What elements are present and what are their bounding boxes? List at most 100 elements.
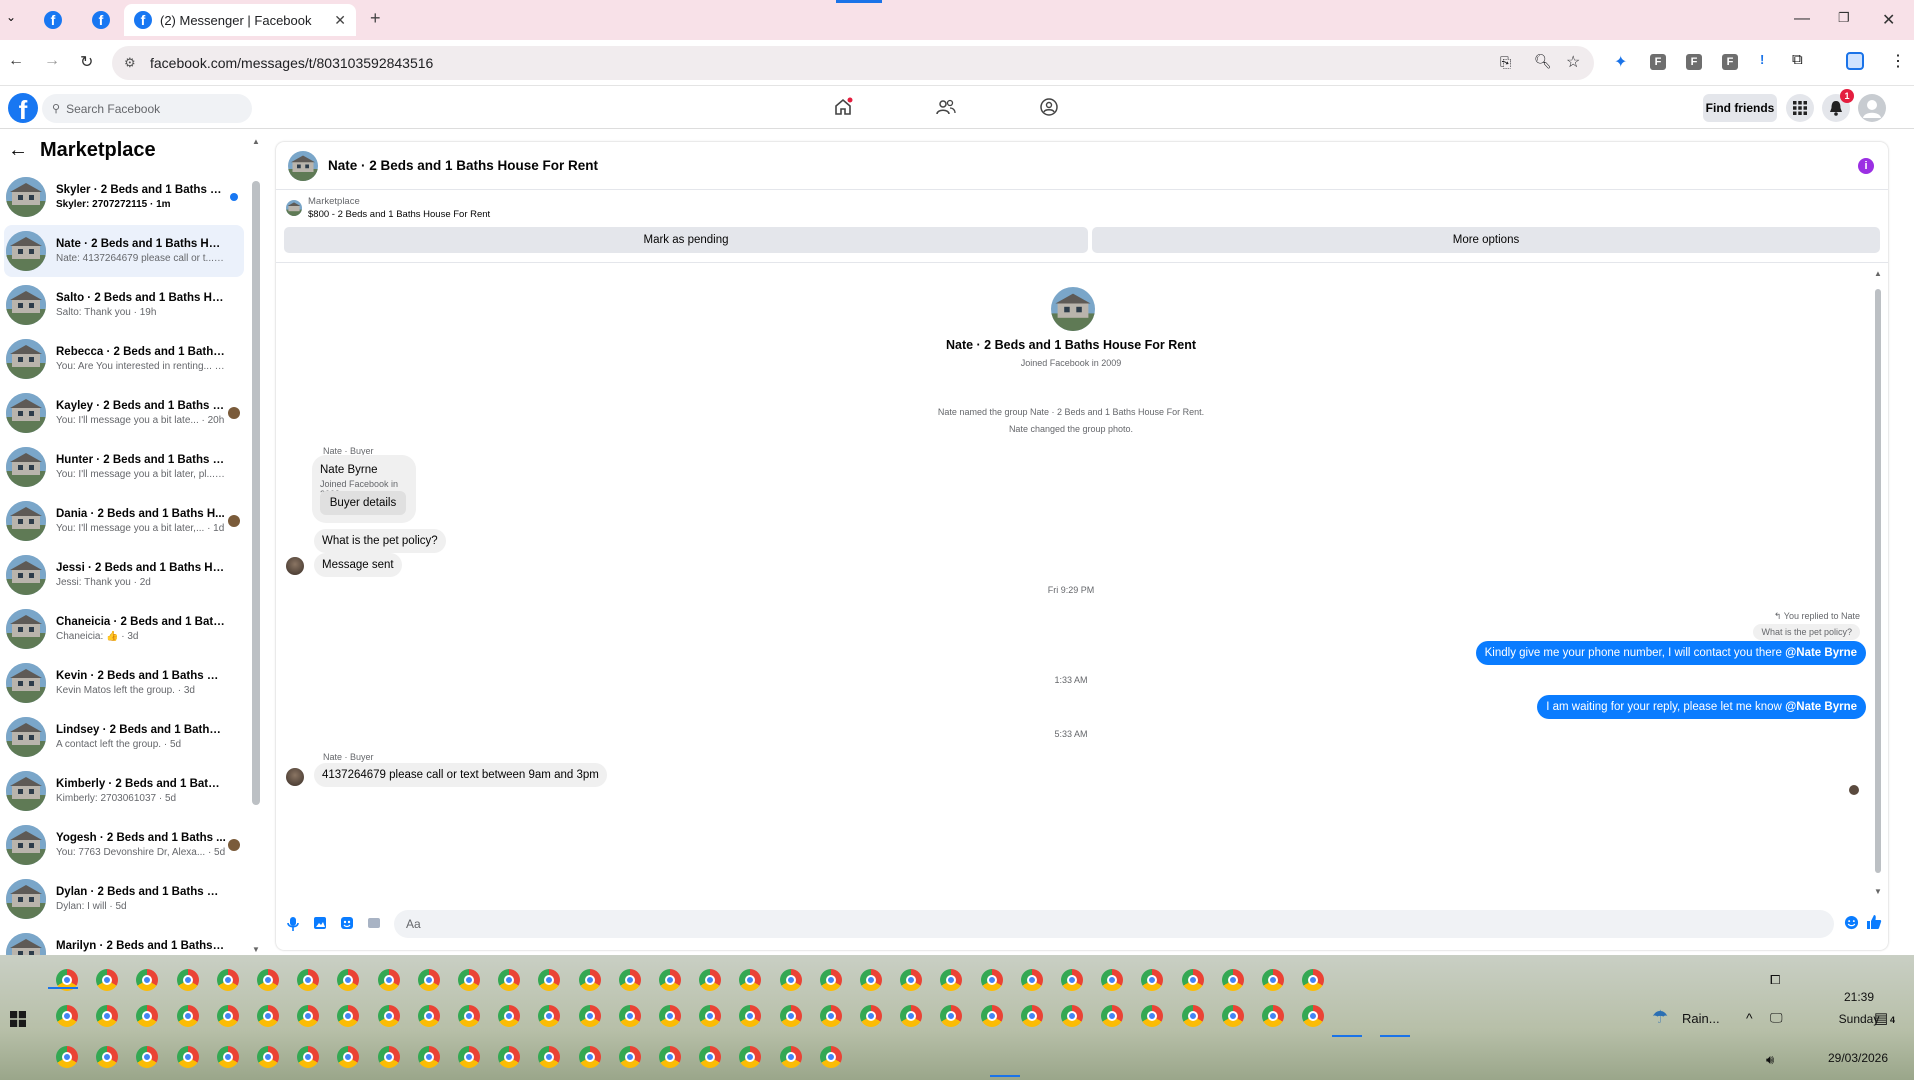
- facebook-search-input[interactable]: ⚲ Search Facebook: [42, 94, 252, 123]
- chrome-taskbar-icon[interactable]: [980, 969, 1003, 991]
- extensions-menu-icon[interactable]: ⧉: [1792, 51, 1803, 68]
- close-window-icon[interactable]: ✕: [1882, 10, 1895, 30]
- chrome-taskbar-icon[interactable]: [377, 1005, 400, 1027]
- chrome-taskbar-icon[interactable]: [337, 969, 360, 991]
- chrome-taskbar-icon[interactable]: [940, 1005, 963, 1027]
- conversation-item[interactable]: Chaneicia · 2 Beds and 1 Baths ... Chanei…: [4, 603, 244, 655]
- sticker-icon[interactable]: [340, 916, 354, 930]
- buyer-details-button[interactable]: Buyer details: [320, 491, 406, 515]
- clock-time[interactable]: 21:39: [1832, 990, 1886, 1004]
- incoming-message[interactable]: 4137264679 please call or text between 9…: [314, 763, 607, 787]
- chrome-taskbar-icon[interactable]: [900, 1005, 923, 1027]
- incoming-message[interactable]: Message sent: [314, 553, 402, 577]
- conversation-item[interactable]: Dylan · 2 Beds and 1 Baths Hou... Dylan: …: [4, 873, 244, 925]
- clock-date[interactable]: 29/03/2026: [1822, 1051, 1894, 1065]
- chrome-taskbar-icon[interactable]: [739, 1046, 762, 1068]
- chrome-taskbar-icon[interactable]: [819, 969, 842, 991]
- windows-start-icon[interactable]: [10, 1011, 26, 1027]
- conversation-item[interactable]: Kevin · 2 Beds and 1 Baths Hous... Kevin …: [4, 657, 244, 709]
- tab-facebook-1[interactable]: f: [32, 4, 74, 36]
- mention[interactable]: @Nate Byrne: [1785, 701, 1857, 713]
- account-avatar[interactable]: [1858, 94, 1886, 122]
- chrome-taskbar-icon[interactable]: [1141, 969, 1164, 991]
- chat-scrollbar[interactable]: [1875, 289, 1881, 873]
- mention[interactable]: @Nate Byrne: [1785, 647, 1857, 659]
- conversation-item[interactable]: Salto · 2 Beds and 1 Baths Hous... Salto:…: [4, 279, 244, 331]
- chrome-taskbar-icon[interactable]: [1020, 1005, 1043, 1027]
- chrome-taskbar-icon[interactable]: [498, 1005, 521, 1027]
- chrome-taskbar-icon[interactable]: [1141, 1005, 1164, 1027]
- extensions-puzzle-icon[interactable]: ✦: [1614, 52, 1627, 72]
- chrome-taskbar-icon[interactable]: [819, 1046, 842, 1068]
- chrome-taskbar-icon[interactable]: [216, 1046, 239, 1068]
- microphone-icon[interactable]: [286, 916, 300, 932]
- chrome-taskbar-icon[interactable]: [578, 1005, 601, 1027]
- chrome-taskbar-icon[interactable]: [176, 1046, 199, 1068]
- menu-grid-icon[interactable]: [1786, 94, 1814, 122]
- weather-icon[interactable]: ☂: [1652, 1007, 1668, 1028]
- chrome-taskbar-icon[interactable]: [136, 1005, 159, 1027]
- chrome-taskbar-icon[interactable]: [96, 1046, 119, 1068]
- chrome-taskbar-icon[interactable]: [1061, 1005, 1083, 1027]
- chrome-taskbar-icon[interactable]: [1302, 1005, 1325, 1027]
- conversation-item[interactable]: Skyler · 2 Beds and 1 Baths Ho... Skyler:…: [4, 171, 244, 223]
- volume-icon[interactable]: 🔊︎: [1766, 1052, 1774, 1068]
- conversation-item[interactable]: Yogesh · 2 Beds and 1 Baths ... You: 7763…: [4, 819, 244, 871]
- chrome-taskbar-icon[interactable]: [1181, 1005, 1204, 1027]
- chrome-taskbar-icon[interactable]: [618, 1046, 641, 1068]
- chrome-taskbar-icon[interactable]: [297, 1046, 320, 1068]
- chrome-taskbar-icon[interactable]: [538, 1005, 561, 1027]
- back-arrow-icon[interactable]: ←: [8, 139, 28, 162]
- chrome-taskbar-icon[interactable]: [779, 1046, 802, 1068]
- chat-group-avatar[interactable]: [288, 150, 318, 181]
- chrome-taskbar-icon[interactable]: [980, 1005, 1003, 1027]
- chrome-taskbar-icon[interactable]: [458, 1046, 480, 1068]
- chrome-taskbar-icon[interactable]: [176, 969, 199, 991]
- chrome-taskbar-icon[interactable]: [377, 969, 400, 991]
- conversation-item[interactable]: Rebecca · 2 Beds and 1 Baths H... You: Ar…: [4, 333, 244, 385]
- install-app-icon[interactable]: ⎘: [1500, 54, 1511, 71]
- conversation-item[interactable]: Nate · 2 Beds and 1 Baths Hous... Nate: 4…: [4, 225, 244, 277]
- extension-pin-icon[interactable]: ǃ: [1760, 52, 1764, 67]
- chrome-taskbar-icon[interactable]: [538, 969, 561, 991]
- listing-summary[interactable]: Marketplace $800 - 2 Beds and 1 Baths Ho…: [286, 196, 490, 220]
- site-info-icon[interactable]: ⚙: [124, 55, 136, 71]
- minimize-icon[interactable]: —: [1794, 10, 1810, 28]
- chrome-taskbar-icon[interactable]: [1302, 969, 1325, 991]
- like-thumb-icon[interactable]: [1866, 914, 1882, 930]
- chrome-taskbar-icon[interactable]: [136, 969, 159, 991]
- chrome-taskbar-icon[interactable]: [417, 1005, 440, 1027]
- zoom-icon[interactable]: 🔍︎: [1534, 53, 1552, 70]
- chrome-taskbar-icon[interactable]: [337, 1005, 360, 1027]
- home-icon[interactable]: [833, 97, 853, 117]
- action-center-icon[interactable]: ▤: [1874, 1009, 1888, 1027]
- outgoing-message[interactable]: I am waiting for your reply, please let …: [1537, 695, 1866, 719]
- chrome-taskbar-icon[interactable]: [940, 969, 963, 991]
- conversation-item[interactable]: Jessi · 2 Beds and 1 Baths Hous... Jessi:…: [4, 549, 244, 601]
- extension-f-icon[interactable]: F: [1722, 54, 1738, 70]
- chrome-taskbar-icon[interactable]: [659, 1046, 681, 1068]
- chrome-taskbar-icon[interactable]: [739, 1005, 762, 1027]
- chrome-taskbar-icon[interactable]: [819, 1005, 842, 1027]
- back-icon[interactable]: ←: [8, 52, 24, 70]
- groups-icon[interactable]: [1039, 97, 1059, 117]
- quoted-message[interactable]: What is the pet policy?: [1753, 624, 1860, 640]
- mark-as-pending-button[interactable]: Mark as pending: [284, 227, 1088, 253]
- chrome-taskbar-icon[interactable]: [56, 1046, 78, 1068]
- sender-avatar[interactable]: [286, 557, 304, 575]
- tab-messenger[interactable]: f (2) Messenger | Facebook ✕: [124, 4, 356, 36]
- chrome-taskbar-icon[interactable]: [1101, 969, 1124, 991]
- chrome-taskbar-icon[interactable]: [860, 1005, 882, 1027]
- gif-icon[interactable]: [367, 916, 381, 930]
- conversation-item[interactable]: Kayley · 2 Beds and 1 Baths H... You: I'l…: [4, 387, 244, 439]
- chrome-taskbar-icon[interactable]: [1221, 1005, 1244, 1027]
- extension-f-icon[interactable]: F: [1650, 54, 1666, 70]
- chrome-taskbar-icon[interactable]: [257, 1005, 279, 1027]
- scroll-up-icon[interactable]: ▲: [1874, 269, 1882, 278]
- conversation-item[interactable]: Dania · 2 Beds and 1 Baths H... You: I'll…: [4, 495, 244, 547]
- chrome-taskbar-icon[interactable]: [297, 969, 320, 991]
- chrome-taskbar-icon[interactable]: [1181, 969, 1204, 991]
- chrome-taskbar-icon[interactable]: [417, 969, 440, 991]
- chrome-taskbar-icon[interactable]: [458, 969, 480, 991]
- chrome-taskbar-icon[interactable]: [96, 1005, 119, 1027]
